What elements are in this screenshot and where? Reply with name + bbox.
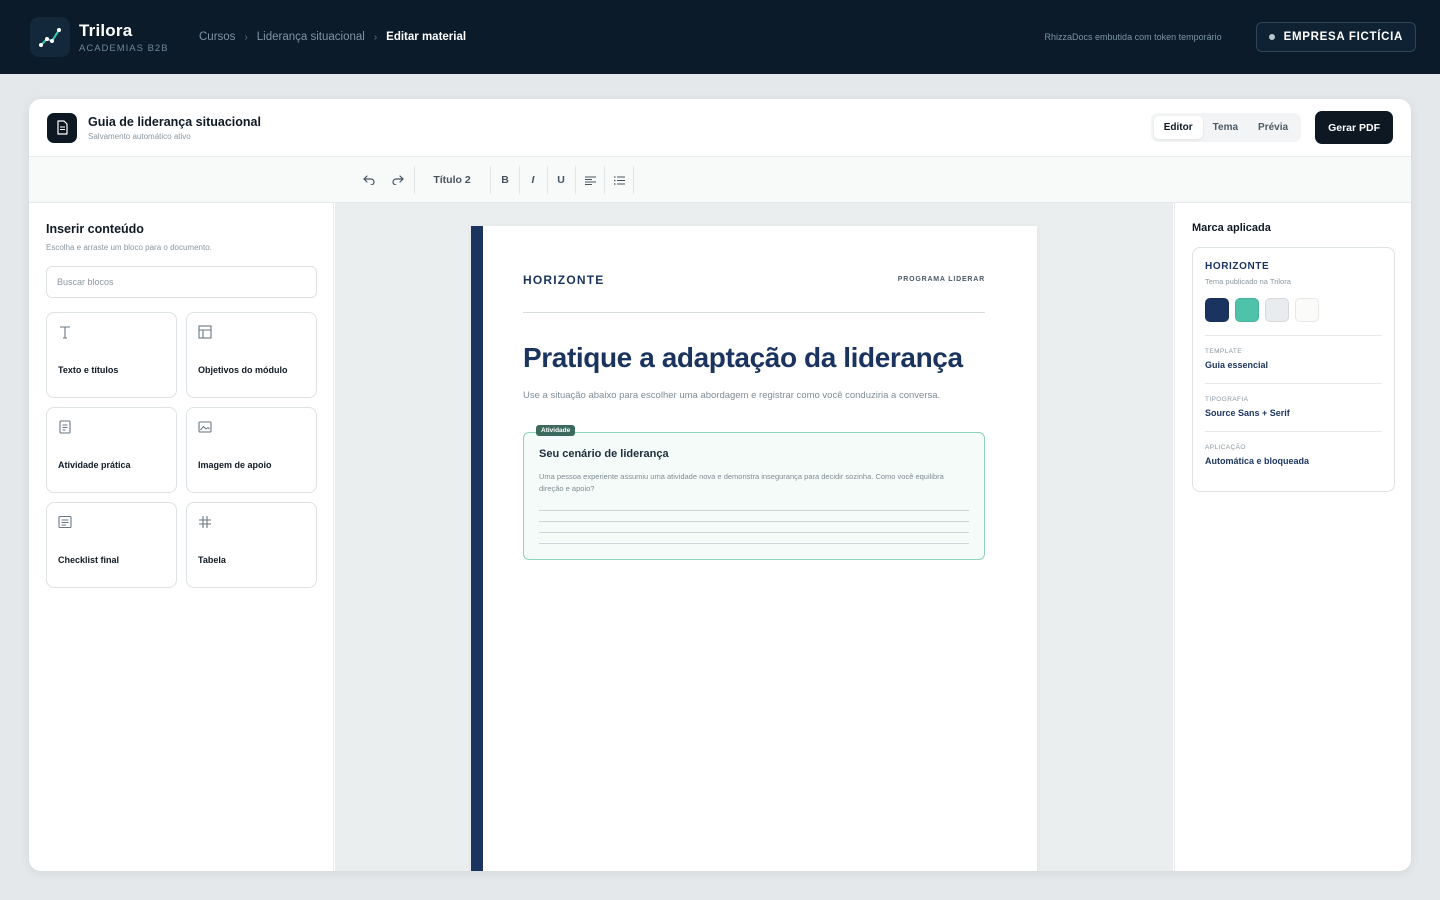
brand-row-application: APLICAÇÃO Automática e bloqueada [1205,431,1382,466]
row-value: Guia essencial [1205,360,1269,370]
row-value: Source Sans + Serif [1205,408,1290,418]
row-value: Automática e bloqueada [1205,456,1310,466]
status-dot-icon [1268,34,1275,40]
row-key: TEMPLATE [1205,348,1243,355]
block-label: Imagem de apoio [198,460,272,470]
bold-button[interactable]: B [492,166,518,194]
block-search-input[interactable]: Buscar blocos [46,266,317,298]
block-text[interactable]: Texto e títulos [46,312,177,398]
block-label: Objetivos do módulo [198,365,288,375]
checklist-icon [58,515,165,534]
hash-icon [198,515,305,534]
brand-name: Trilora [79,20,133,40]
format-toolbar: Título 2 B I U [29,157,1411,203]
block-checklist[interactable]: Checklist final [46,502,177,588]
activity-tag: Atividade [536,425,576,436]
color-swatch [1295,298,1319,322]
trilora-logo-icon[interactable] [30,17,70,57]
theme-subtitle: Tema publicado na Trilora [1205,277,1291,286]
page-brand: HORIZONTE [523,273,605,287]
page-accent-bar [471,226,483,871]
page-program: PROGRAMA LIDERAR [897,276,985,283]
block-label: Texto e títulos [58,365,119,375]
toolbar-divider [490,166,491,194]
view-tabs: Editor Tema Prévia [1150,113,1302,142]
activity-block[interactable]: Atividade Seu cenário de liderança Uma p… [523,425,985,560]
answer-line[interactable] [539,510,969,511]
row-key: APLICAÇÃO [1205,444,1246,451]
breadcrumb-course[interactable]: Liderança situacional [257,31,365,43]
block-label: Checklist final [58,555,120,565]
company-button[interactable]: EMPRESA FICTÍCIA [1255,22,1416,52]
underline-button[interactable]: U [548,166,574,194]
toolbar-divider [633,166,634,194]
insert-panel-hint: Escolha e arraste um bloco para o docume… [46,243,212,252]
brand: Trilora ACADEMIAS B2B [79,21,189,54]
top-bar: Trilora ACADEMIAS B2B Cursos › Liderança… [0,0,1440,74]
insert-panel: Inserir conteúdo Escolha e arraste um bl… [29,203,334,871]
answer-line[interactable] [539,521,969,522]
document-icon [47,112,77,143]
image-icon [198,420,305,439]
answer-line[interactable] [539,532,969,533]
brand-row-typography: TIPOGRAFIA Source Sans + Serif [1205,383,1382,418]
document-page[interactable]: HORIZONTE PROGRAMA LIDERAR Pratique a ad… [471,226,1037,871]
page-lede[interactable]: Use a situação abaixo para escolher uma … [523,390,940,401]
editor-header: Guia de liderança situacional Salvamento… [29,99,1411,157]
document-icon [58,420,165,439]
page-title[interactable]: Pratique a adaptação da liderança [523,342,963,374]
document-meta: Guia de liderança situacional Salvamento… [88,115,261,141]
block-table[interactable]: Tabela [186,502,317,588]
color-swatch [1205,298,1229,322]
insert-panel-title: Inserir conteúdo [46,222,144,236]
redo-icon[interactable] [384,166,412,194]
brand-subtitle: ACADEMIAS B2B [79,42,169,54]
heading-style-select[interactable]: Título 2 [424,166,480,194]
layout-icon [198,325,305,344]
chevron-right-icon: › [244,31,248,43]
embed-note: RhizzaDocs embutida com token temporário [1044,32,1222,42]
chevron-right-icon: › [373,31,378,43]
brand-panel-title: Marca aplicada [1192,222,1271,234]
autosave-status: Salvamento automático ativo [88,131,191,141]
italic-button[interactable]: I [520,166,546,194]
block-image[interactable]: Imagem de apoio [186,407,317,493]
activity-title[interactable]: Seu cenário de liderança [539,448,669,460]
brand-card: HORIZONTE Tema publicado na Trilora TEMP… [1192,247,1395,492]
editor-card: Guia de liderança situacional Salvamento… [29,99,1411,871]
color-swatches [1205,298,1382,322]
breadcrumb: Cursos › Liderança situacional › Editar … [199,31,466,43]
list-icon[interactable] [605,166,633,194]
page-divider [523,312,985,313]
breadcrumb-current: Editar material [386,31,467,43]
color-swatch [1265,298,1289,322]
block-grid: Texto e títulos Objetivos do módulo Ativ… [46,312,317,588]
tab-preview[interactable]: Prévia [1248,116,1298,139]
theme-name: HORIZONTE [1205,261,1270,272]
toolbar-divider [414,166,415,194]
block-label: Atividade prática [58,460,131,470]
breadcrumb-courses[interactable]: Cursos [199,31,235,43]
block-label: Tabela [198,555,226,565]
activity-text[interactable]: Uma pessoa experiente assumiu uma ativid… [539,471,969,495]
tab-editor[interactable]: Editor [1153,116,1203,139]
brand-panel: Marca aplicada HORIZONTE Tema publicado … [1174,203,1411,871]
tab-theme[interactable]: Tema [1203,116,1248,139]
document-title[interactable]: Guia de liderança situacional [88,115,261,129]
company-label: EMPRESA FICTÍCIA [1283,31,1403,43]
generate-pdf-button[interactable]: Gerar PDF [1315,111,1393,144]
brand-row-template: TEMPLATE Guia essencial [1205,335,1382,370]
block-objectives[interactable]: Objetivos do módulo [186,312,317,398]
align-left-icon[interactable] [576,166,604,194]
answer-line[interactable] [539,543,969,544]
document-canvas: HORIZONTE PROGRAMA LIDERAR Pratique a ad… [335,203,1173,871]
undo-icon[interactable] [355,166,383,194]
row-key: TIPOGRAFIA [1205,396,1249,403]
text-icon [58,325,165,344]
block-activity[interactable]: Atividade prática [46,407,177,493]
color-swatch [1235,298,1259,322]
